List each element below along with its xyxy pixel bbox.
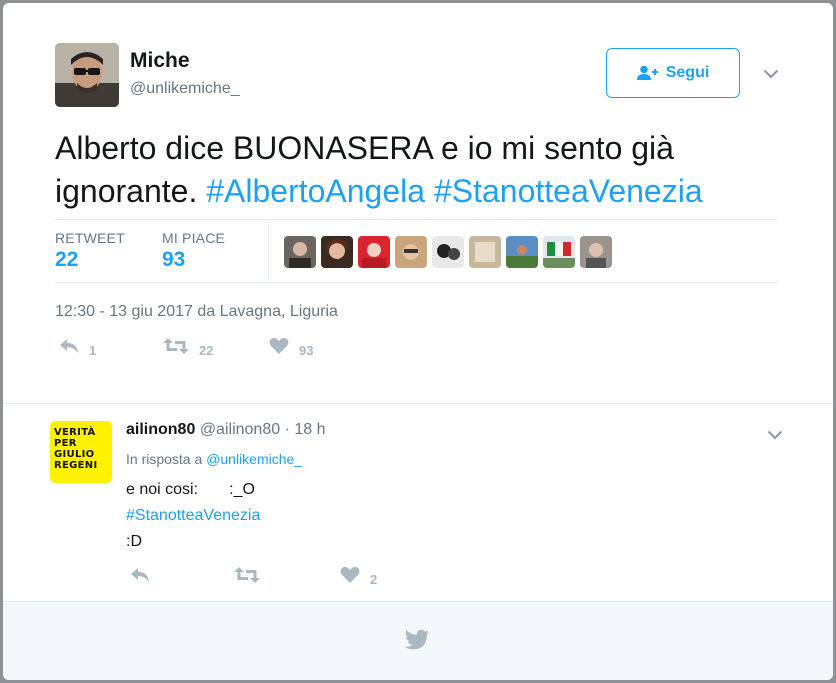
liker-avatar[interactable] bbox=[543, 236, 575, 268]
liker-avatar[interactable] bbox=[469, 236, 501, 268]
tweet-actions: 1 22 93 bbox=[55, 337, 455, 367]
reply-avatar[interactable]: VERITÀ PER GIULIO REGENI bbox=[50, 421, 112, 483]
reply-icon bbox=[59, 337, 79, 358]
reply-header: ailinon80 @ailinon80 · 18 h bbox=[126, 421, 325, 439]
reply-actions: 2 bbox=[126, 566, 526, 596]
retweet-count: 22 bbox=[199, 343, 214, 358]
in-reply-to: In risposta a @unlikemiche_ bbox=[126, 451, 302, 467]
follow-button-label: Segui bbox=[665, 64, 710, 81]
tweet-stats: RETWEET 22 MI PIACE 93 bbox=[55, 219, 778, 283]
add-user-icon bbox=[636, 65, 659, 81]
like-stat-count: 93 bbox=[162, 248, 186, 271]
like-action[interactable]: 93 bbox=[269, 337, 313, 358]
reply-count: 1 bbox=[89, 343, 97, 358]
follow-button[interactable]: Segui bbox=[606, 48, 740, 98]
reply-text-line: :D bbox=[126, 533, 142, 550]
heart-icon bbox=[269, 337, 289, 358]
retweet-icon bbox=[163, 337, 189, 358]
like-stat[interactable]: MI PIACE 93 bbox=[162, 230, 225, 272]
reply-text-line: e noi cosi: :_O bbox=[126, 481, 255, 498]
chevron-down-icon[interactable] bbox=[763, 69, 779, 79]
retweet-action[interactable]: 22 bbox=[163, 337, 213, 358]
likers-avatars bbox=[284, 236, 612, 268]
reply-author-name[interactable]: ailinon80 bbox=[126, 421, 195, 438]
stats-divider bbox=[268, 222, 269, 280]
heart-icon bbox=[340, 566, 360, 587]
reply-author-handle[interactable]: @ailinon80 bbox=[200, 421, 280, 438]
like-stat-label: MI PIACE bbox=[162, 230, 226, 246]
reply-icon bbox=[130, 566, 150, 587]
in-reply-prefix: In risposta a bbox=[126, 451, 203, 467]
retweet-stat-count: 22 bbox=[55, 248, 79, 271]
author-name[interactable]: Miche bbox=[130, 49, 190, 73]
retweet-action[interactable] bbox=[234, 566, 260, 587]
hashtag-link[interactable]: #StanotteaVenezia bbox=[434, 173, 703, 209]
liker-avatar[interactable] bbox=[580, 236, 612, 268]
reply-hashtag-link[interactable]: #StanotteaVenezia bbox=[126, 507, 260, 525]
twitter-bird-icon bbox=[404, 629, 430, 656]
tweet-timestamp[interactable]: 12:30 - 13 giu 2017 da Lavagna, Liguria bbox=[55, 303, 338, 321]
liker-avatar[interactable] bbox=[506, 236, 538, 268]
retweet-icon bbox=[234, 566, 260, 587]
hashtag-link[interactable]: #AlbertoAngela bbox=[206, 173, 425, 209]
main-tweet: Miche @unlikemiche_ Segui Alberto dice B… bbox=[3, 3, 833, 403]
like-action[interactable]: 2 bbox=[340, 566, 377, 587]
avatar-text-line: GIULIO bbox=[54, 449, 95, 460]
in-reply-handle[interactable]: @unlikemiche_ bbox=[206, 451, 302, 467]
author-handle[interactable]: @unlikemiche_ bbox=[130, 80, 240, 98]
reply-avatar-text: VERITÀ PER GIULIO REGENI bbox=[54, 427, 97, 471]
retweet-stat[interactable]: RETWEET 22 bbox=[55, 230, 125, 272]
liker-avatar[interactable] bbox=[321, 236, 353, 268]
tweet-text: Alberto dice BUONASERA e io mi sento già… bbox=[55, 127, 795, 213]
avatar-text-line: PER bbox=[54, 438, 77, 449]
avatar-text-line: VERITÀ bbox=[54, 427, 96, 438]
avatar-text-line: REGENI bbox=[54, 460, 98, 471]
liker-avatar[interactable] bbox=[284, 236, 316, 268]
reply-action[interactable]: 1 bbox=[59, 337, 96, 358]
reply-tweet: VERITÀ PER GIULIO REGENI ailinon80 @aili… bbox=[3, 403, 833, 602]
modal-footer bbox=[3, 601, 833, 680]
liker-avatar[interactable] bbox=[432, 236, 464, 268]
author-avatar[interactable] bbox=[55, 43, 119, 107]
chevron-down-icon[interactable] bbox=[767, 430, 783, 440]
liker-avatar[interactable] bbox=[358, 236, 390, 268]
retweet-stat-label: RETWEET bbox=[55, 230, 125, 246]
like-count: 93 bbox=[299, 343, 314, 358]
liker-avatar[interactable] bbox=[395, 236, 427, 268]
like-count: 2 bbox=[370, 572, 378, 587]
reply-action[interactable] bbox=[130, 566, 150, 587]
reply-time[interactable]: · 18 h bbox=[285, 421, 326, 438]
tweet-modal: Miche @unlikemiche_ Segui Alberto dice B… bbox=[3, 3, 833, 680]
